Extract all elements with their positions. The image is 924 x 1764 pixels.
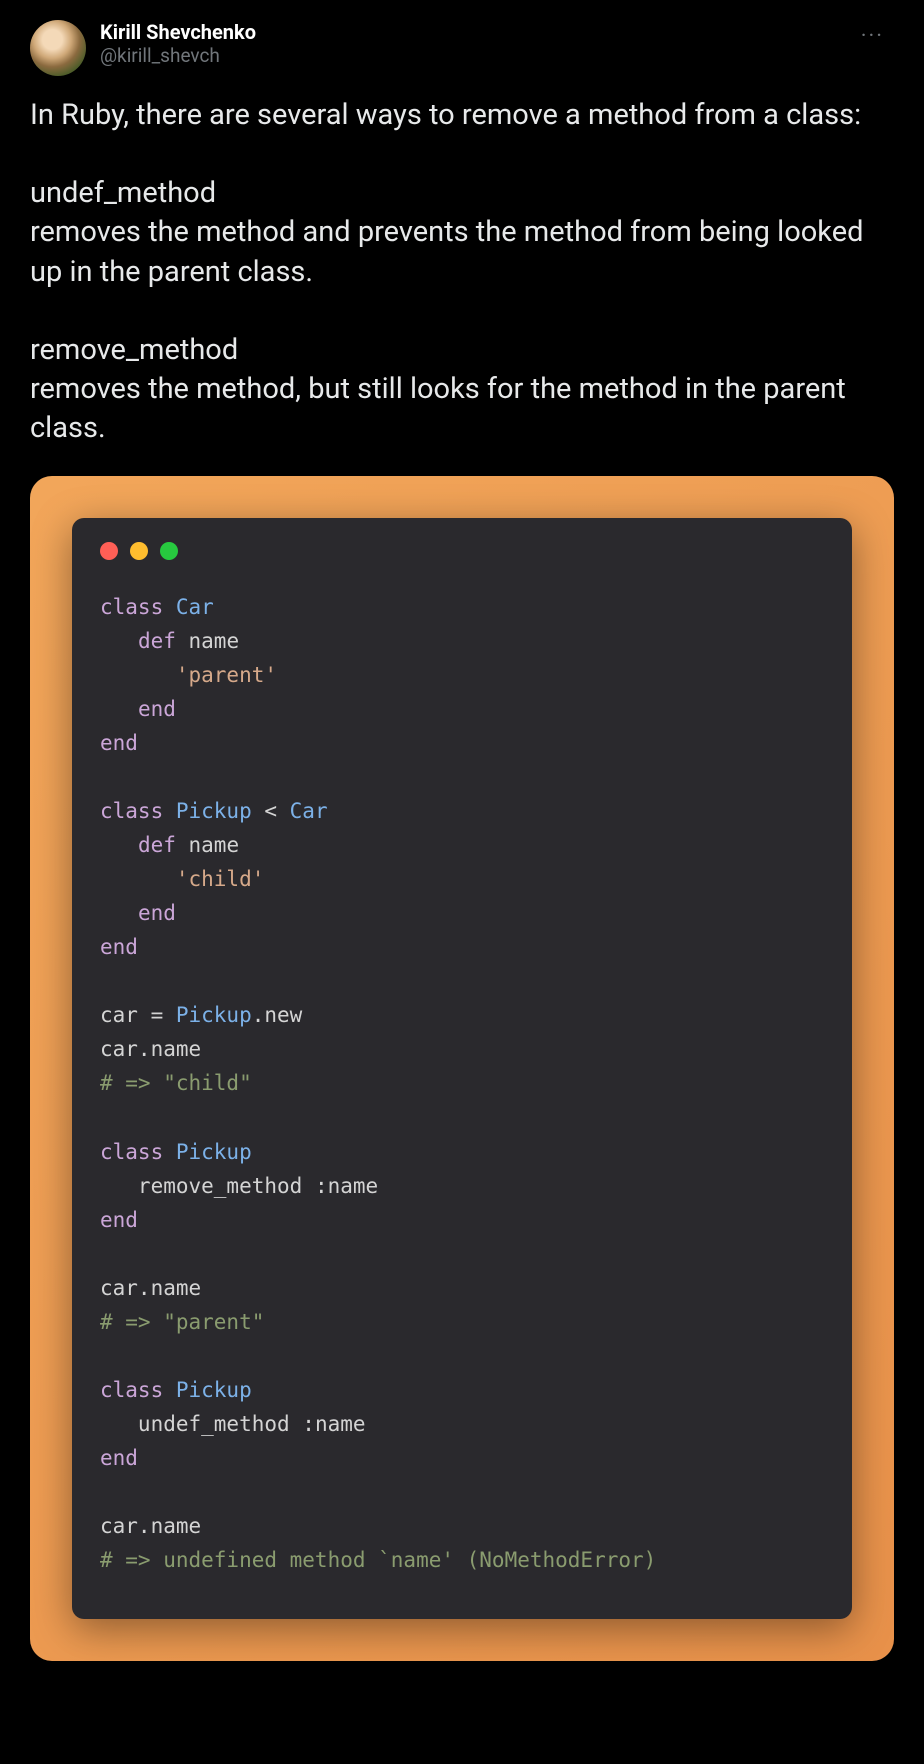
author-block[interactable]: Kirill Shevchenko @kirill_shevch (30, 20, 256, 76)
code-content: class Car def name 'parent' end end clas… (100, 590, 824, 1576)
window-controls (100, 542, 824, 560)
display-name[interactable]: Kirill Shevchenko (100, 20, 256, 44)
avatar[interactable] (30, 20, 86, 76)
code-card: class Car def name 'parent' end end clas… (30, 476, 894, 1660)
author-names: Kirill Shevchenko @kirill_shevch (100, 20, 256, 67)
tweet-text: In Ruby, there are several ways to remov… (30, 96, 894, 448)
maximize-icon (160, 542, 178, 560)
minimize-icon (130, 542, 148, 560)
more-icon[interactable]: ··· (851, 20, 894, 53)
close-icon (100, 542, 118, 560)
code-window: class Car def name 'parent' end end clas… (72, 518, 852, 1618)
handle[interactable]: @kirill_shevch (100, 44, 256, 67)
tweet-header: Kirill Shevchenko @kirill_shevch ··· (30, 20, 894, 76)
